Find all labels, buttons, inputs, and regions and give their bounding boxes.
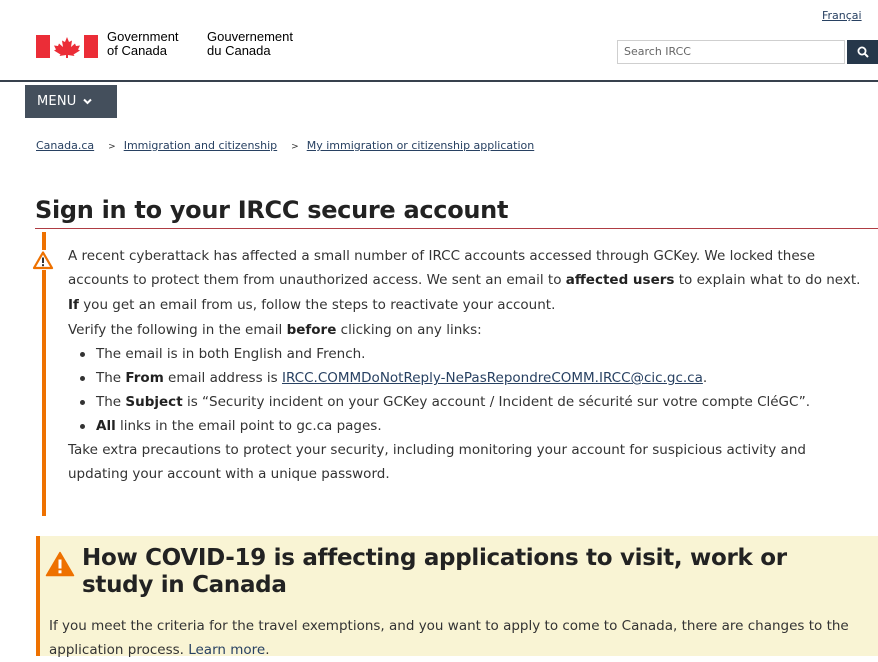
bold-text: before (286, 322, 337, 338)
alert-line: A recent cyberattack has affected a smal… (68, 248, 816, 264)
bold-text: affected users (565, 272, 675, 288)
menu-button[interactable]: MENU (25, 85, 117, 118)
canada-flag-icon (36, 35, 98, 58)
page-title: Sign in to your IRCC secure account (35, 196, 509, 224)
title-underline (35, 228, 878, 229)
gov-en-line1: Government (107, 29, 179, 44)
text: If you meet the criteria for the travel … (49, 618, 849, 658)
text: links in the email point to gc.ca pages. (115, 418, 382, 434)
security-alert: A recent cyberattack has affected a smal… (68, 244, 878, 486)
breadcrumb-link-my-application[interactable]: My immigration or citizenship applicatio… (307, 139, 535, 152)
breadcrumb-separator: > (108, 142, 116, 152)
text: Verify the following in the email (68, 322, 287, 338)
text: you get an email from us, follow the ste… (78, 297, 556, 313)
language-toggle-link[interactable]: Françai (822, 9, 862, 22)
header-divider (0, 80, 878, 82)
menu-label: MENU (37, 94, 77, 109)
bold-text: All (96, 418, 116, 434)
text: is “Security incident on your GCKey acco… (182, 394, 810, 410)
alert-line: If you get an email from us, follow the … (68, 293, 878, 317)
breadcrumb: Canada.ca > Immigration and citizenship > My… (36, 139, 534, 152)
covid-text: If you meet the criteria for the travel … (49, 618, 849, 658)
text: to explain what to do next. (674, 272, 861, 288)
bold-text: If (68, 297, 79, 313)
search-button[interactable] (847, 40, 878, 64)
warning-icon (32, 250, 54, 270)
alert-line: accounts to protect them from unauthoriz… (68, 268, 878, 292)
breadcrumb-link-canada[interactable]: Canada.ca (36, 139, 94, 152)
text: . (702, 370, 708, 386)
gov-fr-line2: du Canada (207, 43, 271, 58)
breadcrumb-link-immigration[interactable]: Immigration and citizenship (124, 139, 277, 152)
government-of-canada-wordmark[interactable]: Government of Canada Gouvernement du Can… (107, 29, 293, 58)
alert-line: Verify the following in the email before… (68, 318, 878, 342)
list-item: The From email address is IRCC.COMMDoNot… (68, 366, 878, 390)
gov-fr-line1: Gouvernement (207, 29, 293, 44)
bold-text: Subject (125, 394, 183, 410)
text: email address is (163, 370, 282, 386)
search-icon (857, 46, 869, 58)
covid-accent-bar (36, 536, 40, 656)
list-item: All links in the email point to gc.ca pa… (68, 414, 878, 438)
list-item: The Subject is “Security incident on you… (68, 390, 878, 414)
alert-line: updating your account with a unique pass… (68, 466, 390, 482)
warning-icon (45, 551, 75, 577)
gov-en-line2: of Canada (107, 43, 167, 58)
chevron-down-icon (83, 98, 93, 105)
search-input[interactable]: Search IRCC (617, 40, 845, 64)
text: accounts to protect them from unauthoriz… (68, 272, 566, 288)
covid-title: How COVID-19 is affecting applications t… (82, 545, 787, 598)
bold-text: From (125, 370, 164, 386)
warning-accent-bar (42, 232, 46, 516)
text: The (96, 394, 126, 410)
list-item: The email is in both English and French. (68, 342, 878, 366)
alert-line: Take extra precautions to protect your s… (68, 442, 806, 458)
ircc-email-link[interactable]: IRCC.COMMDoNotReply-NePasRepondreCOMM.IR… (282, 370, 703, 386)
verification-list: The email is in both English and French.… (68, 342, 878, 438)
text: The (96, 370, 126, 386)
text: clicking on any links: (336, 322, 482, 338)
breadcrumb-separator: > (291, 142, 299, 152)
